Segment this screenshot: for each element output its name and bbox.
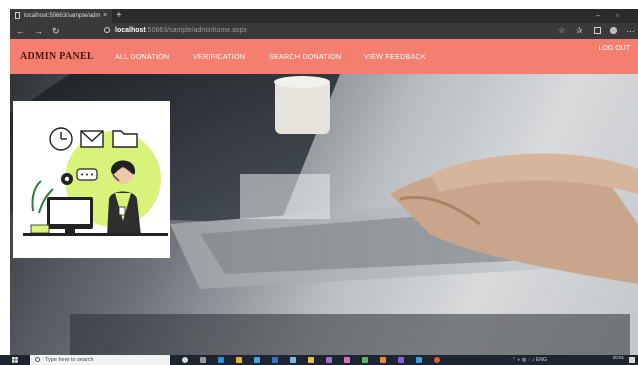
nav-verification[interactable]: VERIFICATION [193, 39, 245, 74]
tab-title: localhost:50663/sample/admin [24, 13, 100, 19]
file-explorer-icon[interactable] [236, 357, 242, 363]
nav-search-donation[interactable]: SEARCH DONATION [269, 39, 341, 74]
more-icon[interactable]: ⋯ [626, 23, 635, 39]
search-icon [35, 357, 40, 362]
url-host: localhost [115, 27, 146, 34]
language-indicator[interactable]: ENG [536, 357, 547, 363]
hero-image [10, 74, 638, 355]
tray-indicators[interactable]: ⌃ ◐ ◍ ◌ ♪ [512, 357, 536, 363]
address-bar-row: ← → ↻ localhost:50663/sample/adminhome.a… [10, 23, 638, 39]
app-icon-14[interactable] [416, 357, 422, 363]
forward-arrow-icon[interactable]: → [34, 23, 43, 39]
system-tray: ⌃ ◐ ◍ ◌ ♪ ENG [512, 355, 547, 365]
app-icon-12[interactable] [380, 357, 386, 363]
page-icon [15, 12, 20, 19]
edge-icon[interactable] [218, 357, 224, 363]
visual-studio-icon[interactable] [398, 357, 404, 363]
tab-close-button[interactable]: × [103, 9, 107, 23]
nav-all-donation[interactable]: ALL DONATION [115, 39, 169, 74]
url-path: :50663/sample/adminhome.aspx [145, 27, 247, 34]
support-illustration [13, 101, 170, 258]
browser-tab[interactable]: localhost:50663/sample/admin × [10, 9, 112, 23]
app-icon-9[interactable] [326, 357, 332, 363]
admin-navbar: ADMIN PANEL ALL DONATION VERIFICATION SE… [10, 39, 638, 74]
mail-icon[interactable] [272, 357, 278, 363]
taskbar-clock[interactable]: 20:01 [613, 355, 624, 360]
profile-icon[interactable] [610, 27, 617, 34]
store-icon[interactable] [254, 357, 260, 363]
browser-window: localhost:50663/sample/admin × + – ▫ ← →… [10, 9, 638, 355]
brand-title: ADMIN PANEL [20, 51, 94, 62]
cortana-icon[interactable] [182, 357, 188, 363]
url-field[interactable]: localhost:50663/sample/adminhome.aspx [115, 23, 247, 39]
windows-taskbar: Type here to search ⌃ ◐ ◍ ◌ ♪ ENG 20:01 [0, 355, 638, 365]
minimize-button[interactable]: – [596, 9, 600, 23]
folder-icon [112, 130, 138, 148]
app-icon-8[interactable] [308, 357, 314, 363]
app-icon-11[interactable] [362, 357, 368, 363]
tab-strip: localhost:50663/sample/admin × + – ▫ [10, 9, 638, 23]
task-view-icon[interactable] [200, 357, 206, 363]
info-icon[interactable] [104, 27, 110, 33]
notifications-icon[interactable] [629, 357, 635, 363]
taskbar-search-placeholder: Type here to search [45, 357, 94, 363]
maximize-button[interactable]: ▫ [616, 9, 619, 23]
clock-time: 20:01 [612, 355, 624, 360]
customer-support-graphic [23, 127, 168, 236]
new-tab-button[interactable]: + [116, 9, 122, 22]
collections-icon[interactable] [594, 27, 601, 34]
app-icon-10[interactable] [344, 357, 350, 363]
favorites-icon[interactable]: ✰ [576, 23, 583, 39]
chrome-icon[interactable] [434, 357, 440, 363]
back-arrow-icon[interactable]: ← [16, 23, 25, 39]
star-icon[interactable]: ☆ [558, 23, 565, 39]
logout-link[interactable]: LOG OUT [598, 45, 630, 52]
taskbar-search-input[interactable]: Type here to search [30, 355, 170, 365]
nav-view-feedback[interactable]: VIEW FEEDBACK [364, 39, 426, 74]
app-icon-7[interactable] [290, 357, 296, 363]
windows-start-icon[interactable] [12, 357, 18, 363]
refresh-icon[interactable]: ↻ [52, 23, 60, 39]
